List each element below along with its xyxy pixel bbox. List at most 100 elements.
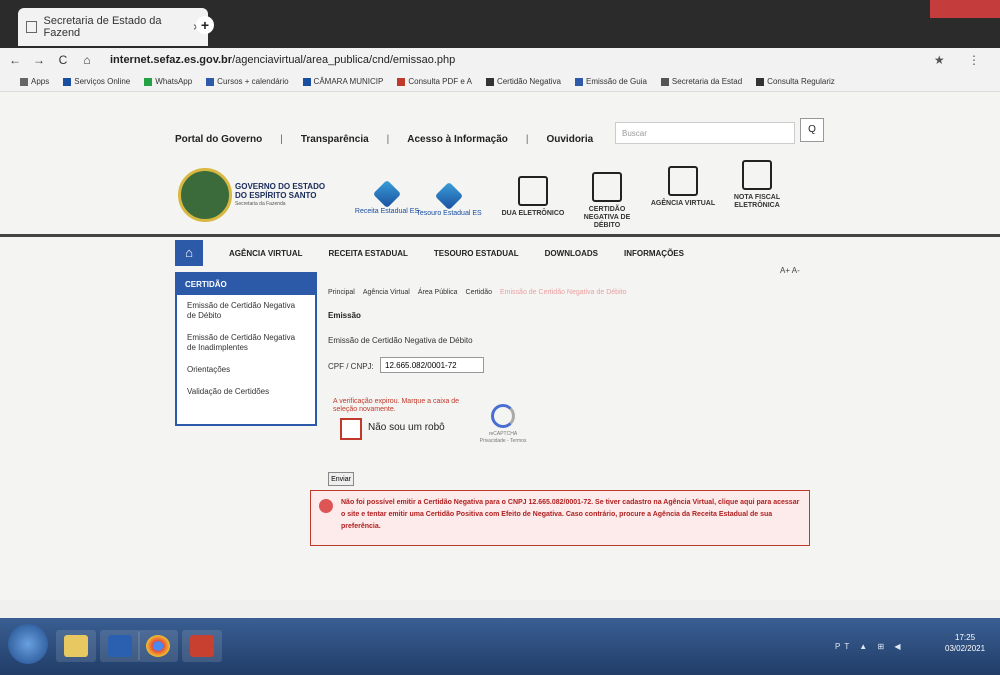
submit-button[interactable]: Enviar (328, 472, 354, 486)
gov-link[interactable]: Transparência (301, 134, 369, 145)
bookmark-icon (144, 77, 153, 86)
taskbar-explorer[interactable] (56, 630, 96, 662)
toolbar-menu-icons[interactable]: ★ ⋮ (934, 53, 990, 67)
breadcrumb-item: Emissão de Certidão Negativa de Débito (500, 289, 627, 296)
header-divider (0, 234, 1000, 237)
reload-button[interactable]: C (54, 53, 72, 67)
captcha-checkbox[interactable] (340, 418, 362, 440)
taskbar-chrome[interactable] (138, 630, 178, 662)
es-government-crest-logo[interactable] (178, 168, 232, 222)
taskbar-app[interactable] (182, 630, 222, 662)
bookmark-icon (63, 77, 72, 86)
bookmark-label: Emissão de Guia (585, 77, 647, 86)
bookmarks-bar: Apps Serviços Online WhatsApp Cursos + cale… (0, 72, 1000, 92)
page-title: Emissão (328, 311, 361, 320)
bookmark-item[interactable]: Cursos + calendário (206, 77, 289, 86)
menu-item[interactable]: DOWNLOADS (545, 249, 598, 258)
bookmark-item[interactable]: Emissão de Guia (574, 77, 647, 86)
logo-line1: GOVERNO DO ESTADO (235, 182, 326, 191)
breadcrumb-item[interactable]: Principal (328, 289, 355, 296)
cpf-cnpj-label: CPF / CNPJ: (328, 362, 374, 371)
bookmark-item[interactable]: Serviços Online (63, 77, 130, 86)
service-agencia-virtual[interactable]: AGÊNCIA VIRTUAL (648, 166, 718, 208)
bookmark-label: Consulta Regulariz (767, 77, 835, 86)
bookmark-icon (485, 77, 494, 86)
bookmark-item[interactable]: Certidão Negativa (485, 77, 561, 86)
app-icon (190, 635, 214, 657)
browser-tabstrip: Secretaria de Estado da Fazend × + (0, 0, 1000, 48)
bookmark-item[interactable]: CÂMARA MUNICIP (302, 77, 383, 86)
font-size-controls[interactable]: A+ A- (780, 266, 800, 275)
sidebar-item[interactable]: Emissão de Certidão Negativa de Débito (177, 295, 315, 327)
service-certidao-negativa[interactable]: CERTIDÃO NEGATIVA DE DÉBITO (572, 172, 642, 230)
menu-item[interactable]: INFORMAÇÕES (624, 249, 684, 258)
breadcrumb-item[interactable]: Certidão (466, 289, 492, 296)
service-label: DUA ELETRÔNICO (501, 210, 565, 217)
bookmark-label: Consulta PDF e A (408, 77, 472, 86)
bookmark-item[interactable]: Consulta Regulariz (756, 77, 835, 86)
bookmark-label: Serviços Online (74, 77, 131, 86)
new-tab-button[interactable]: + (196, 16, 214, 34)
sidebar-item[interactable]: Validação de Certidões (177, 381, 315, 403)
service-nota-fiscal[interactable]: NOTA FISCAL ELETRÔNICA (722, 160, 792, 210)
home-button[interactable]: ⌂ (175, 240, 203, 266)
back-button[interactable]: ← (6, 53, 24, 67)
sidebar-item[interactable]: Orientações (177, 359, 315, 381)
address-bar[interactable]: internet.sefaz.es.gov.br/agenciavirtual/… (110, 54, 455, 66)
menu-item[interactable]: RECEITA ESTADUAL (328, 249, 407, 258)
service-label: Receita Estadual ES (354, 208, 420, 215)
clock-date: 03/02/2021 (945, 644, 986, 653)
chrome-icon (146, 635, 170, 657)
service-tesouro-estadual[interactable]: Tesouro Estadual ES (414, 181, 484, 218)
logo-line2: DO ESPÍRITO SANTO (235, 191, 317, 200)
link-separator: | (280, 134, 283, 145)
certidao-sidebar: CERTIDÃO Emissão de Certidão Negativa de… (175, 272, 317, 426)
bookmark-label: WhatsApp (155, 77, 193, 86)
bookmark-item[interactable]: WhatsApp (144, 77, 192, 86)
home-icon[interactable]: ⌂ (78, 53, 96, 67)
system-tray[interactable]: PT ▲ ⊞ ◀ (835, 642, 905, 651)
breadcrumb-item[interactable]: Área Pública (418, 289, 458, 296)
service-label: Tesouro Estadual ES (416, 210, 482, 217)
browser-toolbar: ← → C ⌂ internet.sefaz.es.gov.br/agencia… (0, 48, 1000, 72)
gov-link[interactable]: Portal do Governo (175, 134, 262, 145)
bookmark-item[interactable]: Secretaria da Estad (660, 77, 742, 86)
laptop-icon (668, 166, 698, 196)
bookmark-icon (574, 77, 583, 86)
bookmark-icon (756, 77, 765, 86)
bookmark-label: Certidão Negativa (496, 77, 561, 86)
window-close-button[interactable] (930, 0, 1000, 18)
site-search-input[interactable]: Buscar (615, 122, 795, 144)
breadcrumb-item[interactable]: Agência Virtual (363, 289, 410, 296)
taskbar-clock[interactable]: 17:25 03/02/2021 (945, 632, 985, 654)
gov-link[interactable]: Acesso à Informação (407, 134, 508, 145)
breadcrumb: Principal Agência Virtual Área Pública Cert… (328, 289, 626, 296)
taskbar-word[interactable] (100, 630, 140, 662)
warning-icon (319, 499, 333, 513)
captcha-expired-note: A verificação expirou. Marque a caixa de… (333, 398, 460, 413)
sidebar-item[interactable]: Emissão de Certidão Negativa de Inadimpl… (177, 327, 315, 359)
recaptcha-text: reCAPTCHA Privacidade - Termos (479, 431, 527, 444)
bookmark-icon (302, 77, 311, 86)
service-receita-estadual[interactable]: Receita Estadual ES (352, 179, 422, 216)
menu-item[interactable]: AGÊNCIA VIRTUAL (229, 249, 302, 258)
cpf-cnpj-input[interactable] (380, 357, 484, 373)
browser-tab[interactable]: Secretaria de Estado da Fazend × (18, 8, 208, 46)
start-button[interactable] (8, 624, 48, 664)
bookmark-icon (397, 77, 406, 86)
link-separator: | (386, 134, 390, 145)
gov-links-bar: Portal do Governo | Transparência | Acesso à… (175, 134, 593, 145)
gov-link[interactable]: Ouvidoria (546, 134, 593, 145)
bookmark-label: Apps (31, 77, 50, 86)
search-button[interactable]: Q (800, 118, 824, 142)
menu-item[interactable]: TESOURO ESTADUAL (434, 249, 519, 258)
service-label: AGÊNCIA VIRTUAL (650, 200, 716, 207)
clock-time: 17:25 (955, 633, 976, 642)
bookmark-item[interactable]: Apps (20, 77, 49, 86)
nfe-icon (742, 160, 772, 190)
captcha-label: Não sou um robô (368, 422, 445, 433)
service-dua-eletronico[interactable]: DUA ELETRÔNICO (498, 176, 568, 218)
forward-button[interactable]: → (30, 53, 48, 67)
bookmark-item[interactable]: Consulta PDF e A (397, 77, 472, 86)
bookmark-icon (20, 77, 28, 86)
